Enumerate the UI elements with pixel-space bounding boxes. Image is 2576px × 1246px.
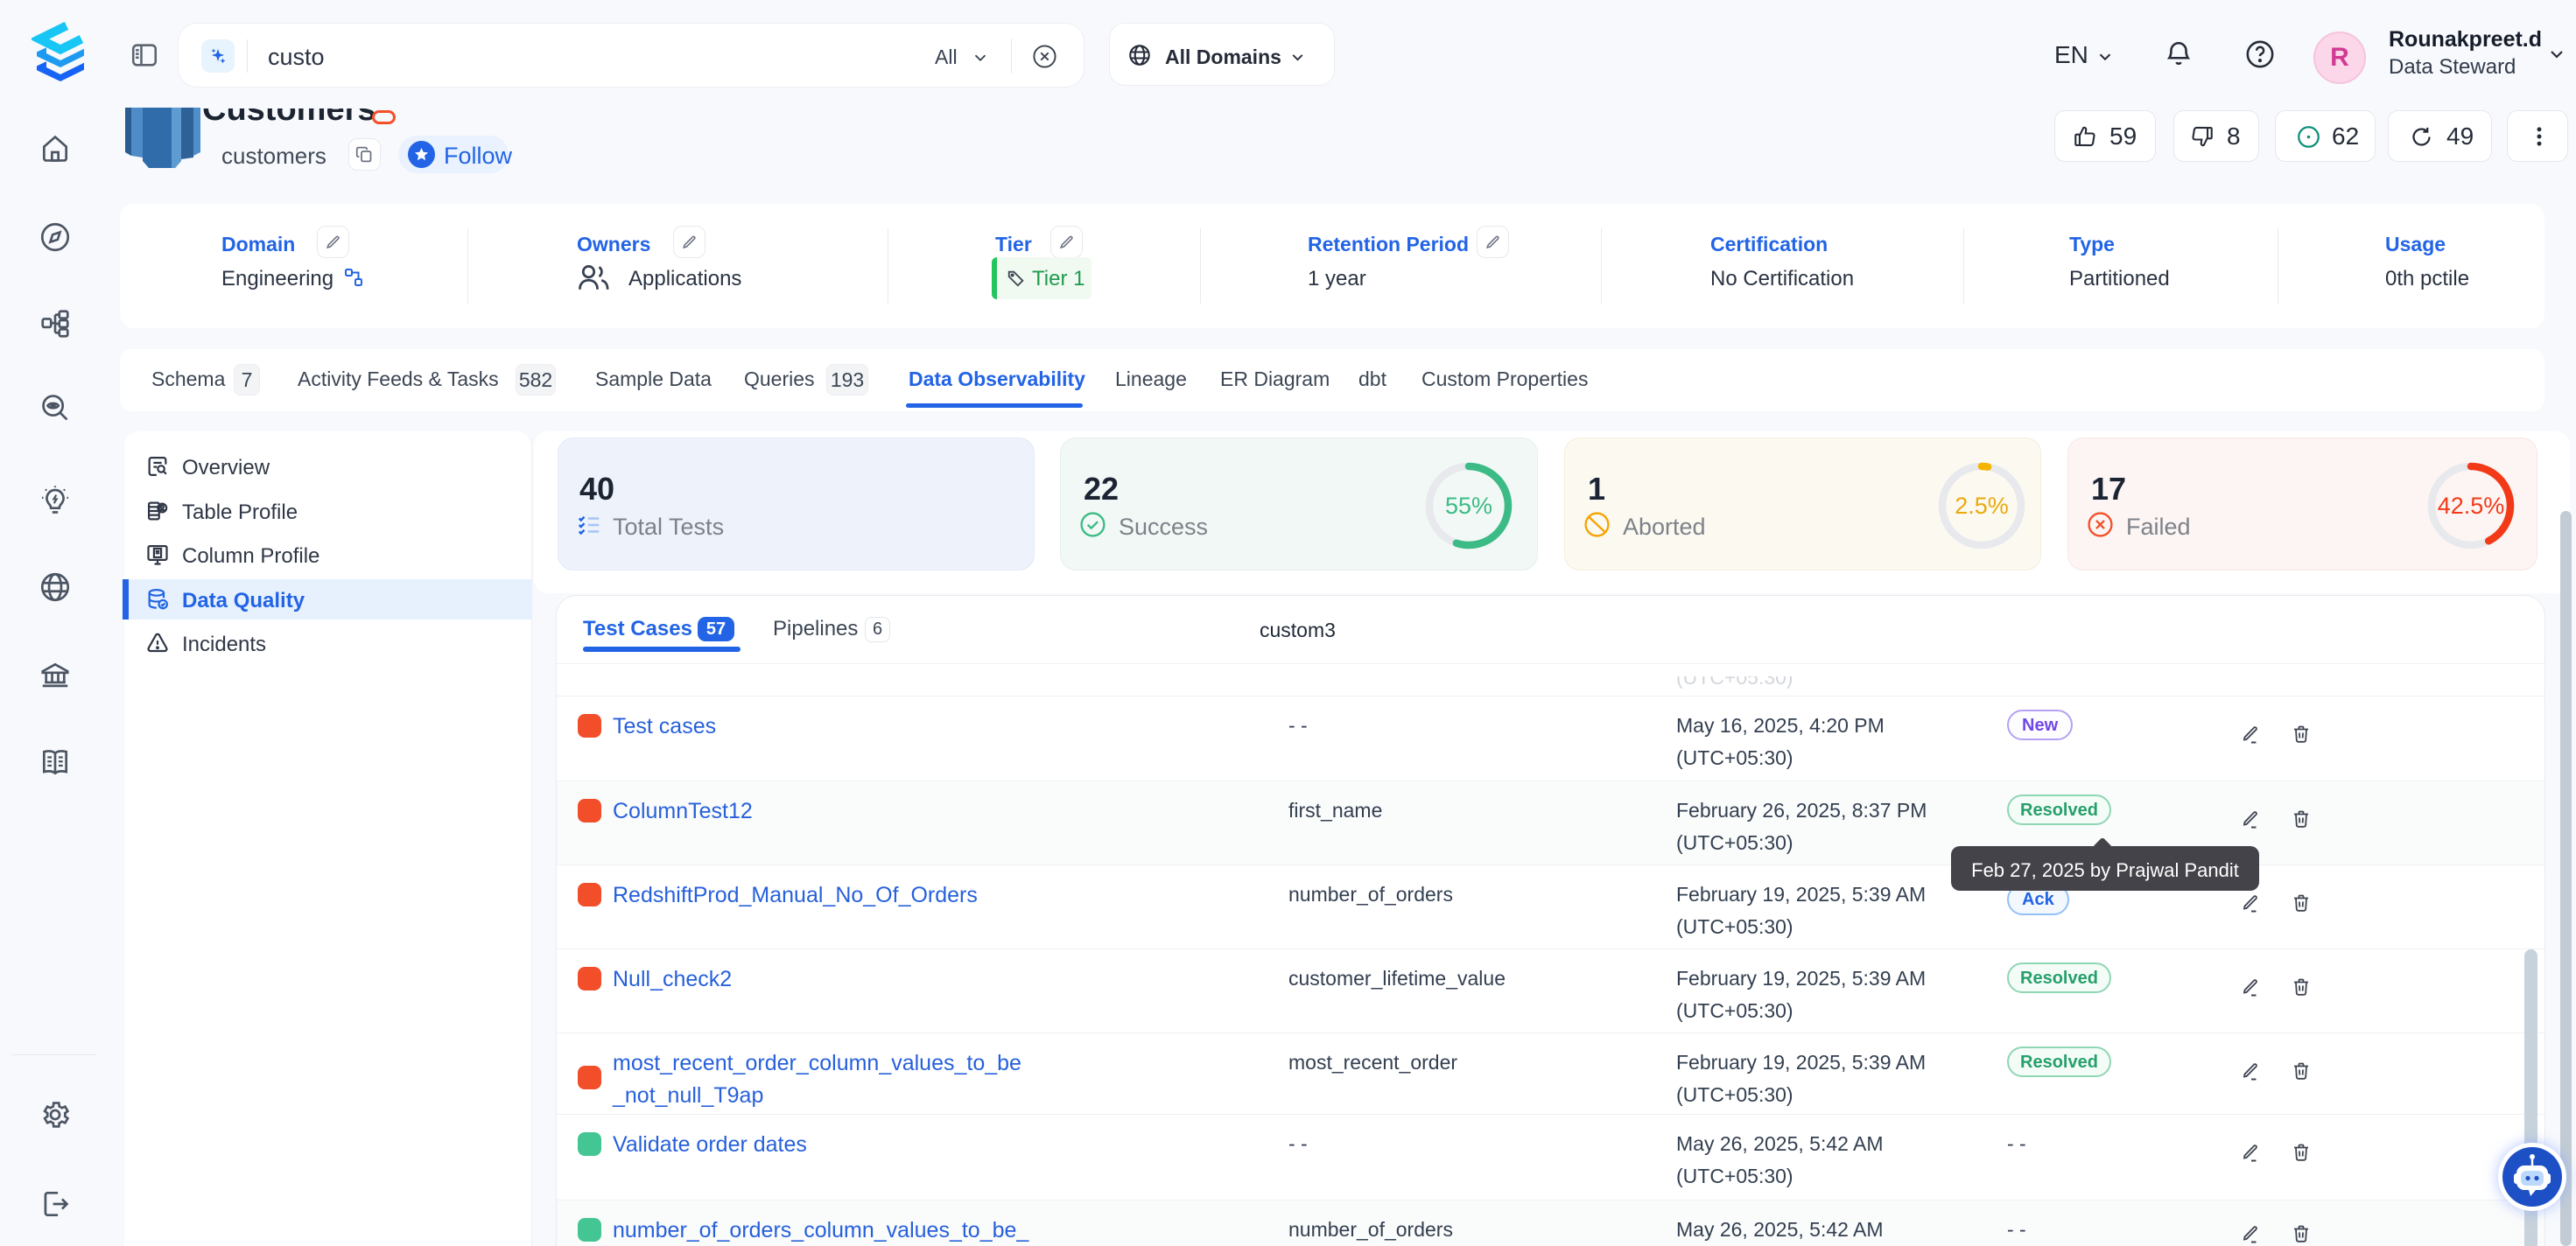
svg-text:42.5%: 42.5% [2438,493,2505,519]
svg-text:55%: 55% [1445,493,1492,519]
svg-text:2.5%: 2.5% [1955,493,2009,519]
